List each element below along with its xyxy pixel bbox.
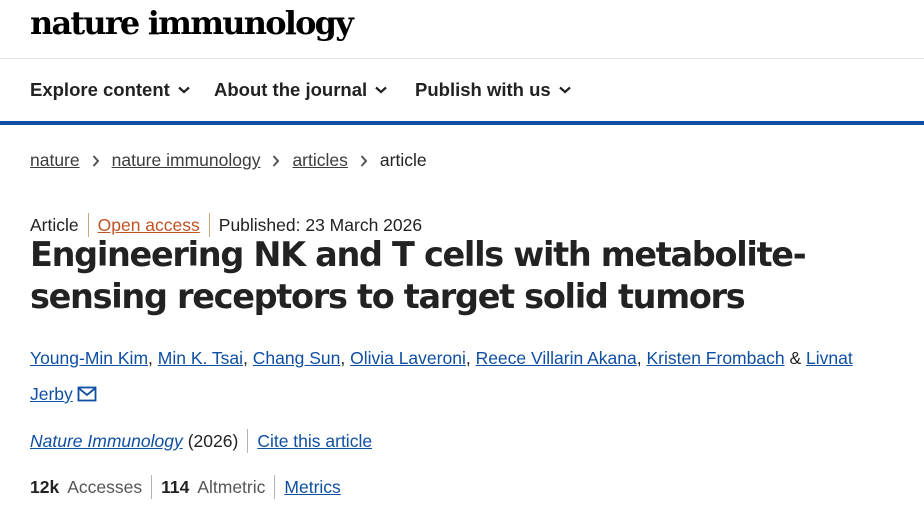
breadcrumb: nature nature immunology articles articl… bbox=[30, 150, 427, 171]
journal-logo[interactable]: nature immunology bbox=[30, 4, 354, 42]
breadcrumb-current: article bbox=[379, 150, 427, 170]
author-joiner: & bbox=[784, 348, 806, 368]
author-separator: , bbox=[465, 348, 476, 368]
author-link[interactable]: Kristen Frombach bbox=[646, 348, 784, 368]
author-separator: , bbox=[340, 348, 351, 368]
chevron-right-icon bbox=[92, 154, 100, 167]
author-link-corresponding-last[interactable]: Jerby bbox=[30, 384, 73, 404]
nav-publish-with-us-label: Publish with us bbox=[415, 79, 551, 100]
nav-publish-with-us[interactable]: Publish with us bbox=[415, 79, 571, 101]
breadcrumb-articles[interactable]: articles bbox=[292, 150, 347, 171]
article-title: Engineering NK and T cells with metaboli… bbox=[30, 235, 807, 316]
site-header: nature immunology bbox=[0, 0, 924, 59]
divider bbox=[274, 475, 276, 499]
author-link[interactable]: Min K. Tsai bbox=[158, 348, 243, 368]
chevron-down-icon bbox=[558, 86, 571, 94]
nav-explore-content-label: Explore content bbox=[30, 79, 170, 100]
article-type: Article bbox=[30, 214, 79, 235]
author-link[interactable]: Reece Villarin Akana bbox=[476, 348, 637, 368]
author-link[interactable]: Olivia Laveroni bbox=[350, 348, 466, 368]
cite-article-link[interactable]: Cite this article bbox=[257, 431, 372, 452]
breadcrumb-nature-immunology[interactable]: nature immunology bbox=[112, 150, 261, 171]
chevron-down-icon bbox=[178, 86, 190, 94]
author-link[interactable]: Young-Min Kim bbox=[30, 348, 148, 368]
accesses-label: Accesses bbox=[67, 476, 143, 497]
author-list: Young-Min Kim, Min K. Tsai, Chang Sun, O… bbox=[30, 340, 890, 412]
journal-link[interactable]: Nature Immunology bbox=[30, 431, 183, 452]
accesses-count: 12k bbox=[30, 476, 60, 497]
main-nav: Explore content About the journal Publis… bbox=[0, 59, 924, 125]
metrics-link[interactable]: Metrics bbox=[284, 477, 340, 498]
publication-year: (2026) bbox=[187, 430, 239, 451]
author-separator: , bbox=[148, 348, 158, 368]
chevron-right-icon bbox=[272, 154, 280, 167]
nav-explore-content[interactable]: Explore content bbox=[30, 79, 190, 101]
nav-about-journal-label: About the journal bbox=[214, 79, 368, 100]
author-separator: , bbox=[243, 348, 253, 368]
nav-about-journal[interactable]: About the journal bbox=[214, 79, 387, 101]
open-access-link[interactable]: Open access bbox=[98, 215, 200, 236]
divider bbox=[247, 429, 249, 453]
citation-line: Nature Immunology (2026) Cite this artic… bbox=[30, 429, 372, 453]
author-link-corresponding-first[interactable]: Livnat bbox=[806, 348, 853, 368]
mail-icon[interactable] bbox=[77, 386, 97, 402]
chevron-down-icon bbox=[375, 86, 387, 94]
divider bbox=[151, 475, 153, 499]
chevron-right-icon bbox=[360, 154, 368, 167]
altmetric-score: 114 bbox=[161, 476, 190, 497]
author-link[interactable]: Chang Sun bbox=[253, 348, 341, 368]
author-separator: , bbox=[636, 348, 647, 368]
published-date: Published: 23 March 2026 bbox=[218, 214, 423, 235]
metrics-bar: 12k Accesses 114 Altmetric Metrics bbox=[30, 475, 341, 499]
breadcrumb-nature[interactable]: nature bbox=[30, 150, 80, 171]
altmetric-label: Altmetric bbox=[197, 476, 266, 497]
